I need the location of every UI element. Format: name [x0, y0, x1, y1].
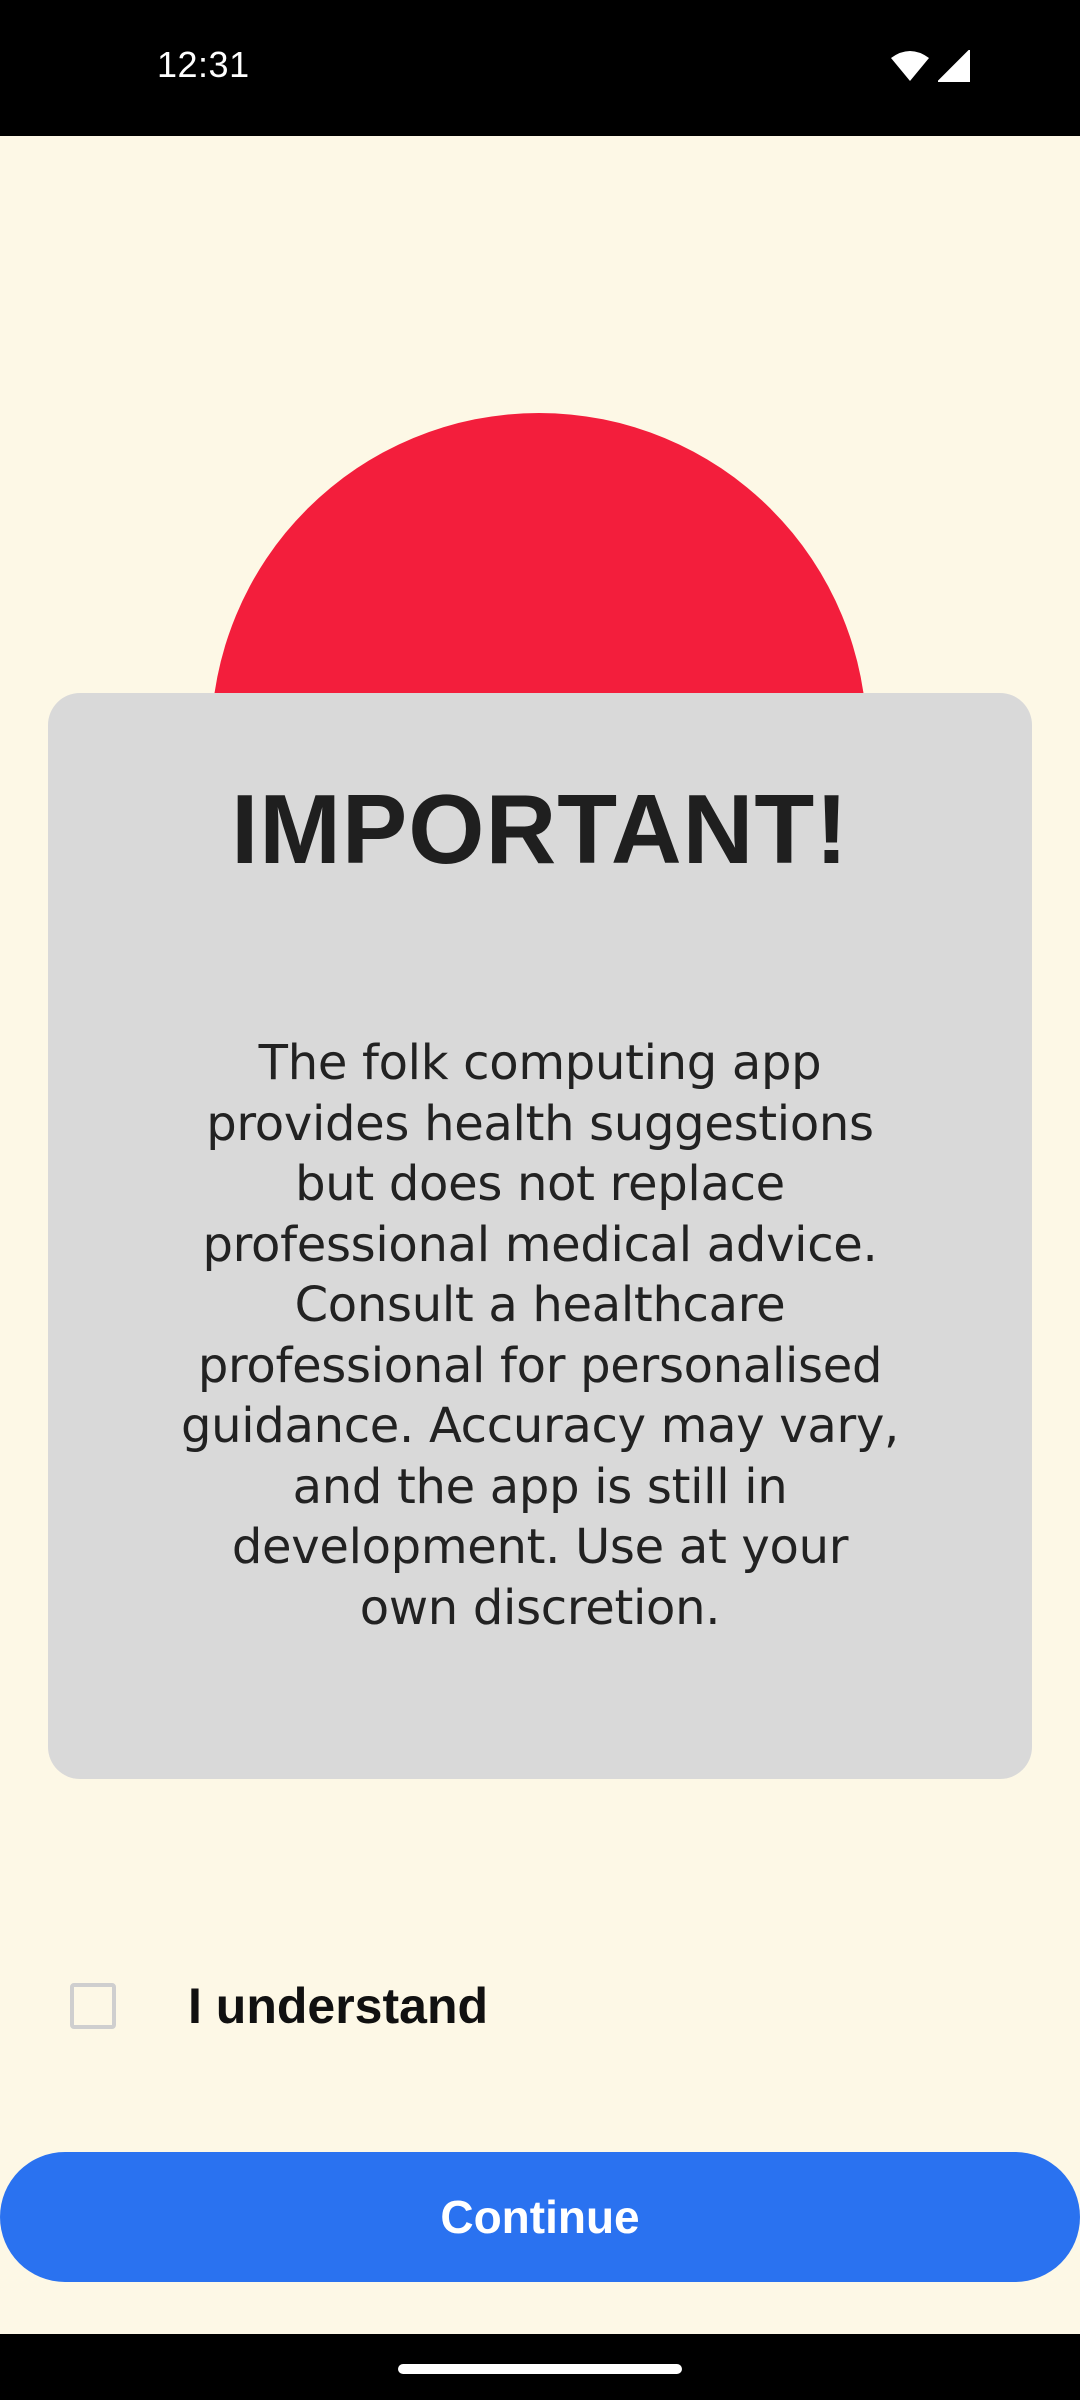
continue-button[interactable]: Continue: [0, 2152, 1080, 2282]
wifi-icon: [890, 50, 930, 87]
home-gesture-handle[interactable]: [398, 2364, 682, 2374]
disclaimer-card: IMPORTANT! The folk computing app provid…: [48, 693, 1032, 1779]
understand-checkbox-row[interactable]: I understand: [70, 1976, 488, 2036]
disclaimer-title: IMPORTANT!: [231, 774, 849, 884]
understand-label[interactable]: I understand: [188, 1977, 488, 2035]
status-time: 12:31: [157, 44, 250, 85]
navigation-bar: [0, 2334, 1080, 2400]
understand-checkbox[interactable]: [70, 1983, 116, 2029]
disclaimer-text: The folk computing app provides health s…: [180, 1035, 900, 1636]
cell-signal-icon: [936, 48, 970, 87]
onboarding-screen: IMPORTANT! The folk computing app provid…: [0, 136, 1080, 2334]
status-icons: [890, 48, 970, 88]
status-bar: 12:31: [0, 0, 1080, 136]
